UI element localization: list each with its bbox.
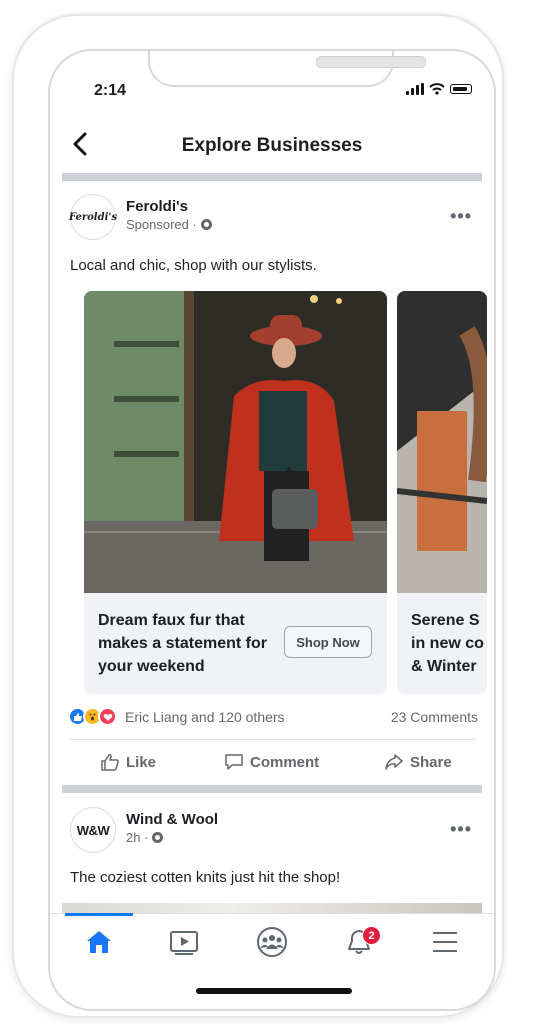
status-time: 2:14 [94, 82, 127, 99]
signal-icon [406, 83, 424, 95]
brand-name[interactable]: Wind & Wool [126, 811, 218, 828]
battery-icon [450, 84, 472, 94]
post-meta: Sponsored · [126, 217, 212, 232]
like-label: Like [126, 753, 157, 771]
share-button[interactable]: Share [384, 753, 452, 771]
reactions-text: Eric Liang and 120 others [125, 708, 285, 725]
tab-watch[interactable] [147, 922, 221, 962]
shop-now-button[interactable]: Shop Now [284, 626, 372, 658]
share-icon [385, 754, 403, 770]
post-actions: Like Comment Share [50, 749, 494, 779]
carousel-card[interactable]: Dream faux fur that makes a statement fo… [84, 291, 387, 694]
active-tab-indicator [65, 913, 133, 916]
comment-label: Comment [250, 753, 320, 771]
home-icon [87, 931, 111, 953]
wifi-icon [429, 83, 445, 95]
post-text: Local and chic, shop with our stylists. [70, 257, 317, 274]
love-reaction-icon [98, 707, 117, 726]
product-photo [397, 291, 487, 593]
like-button[interactable]: Like [100, 753, 156, 771]
post-text: The coziest cotten knits just hit the sh… [70, 869, 341, 886]
notch [148, 51, 426, 87]
avatar[interactable]: W&W [70, 807, 116, 853]
comments-count[interactable]: 23 Comments [391, 709, 478, 725]
post-meta: 2h · [126, 830, 164, 845]
post-time: 2h · [126, 830, 149, 845]
home-indicator[interactable] [196, 988, 352, 994]
product-photo [84, 291, 387, 593]
menu-icon [433, 932, 457, 952]
share-label: Share [410, 753, 452, 771]
status-icons [406, 83, 472, 95]
carousel-card[interactable]: Serene S in new co & Winter [397, 291, 487, 694]
comment-icon [225, 754, 243, 770]
video-icon [170, 931, 198, 955]
tab-menu[interactable] [408, 922, 482, 962]
card-title: Serene S in new co & Winter [411, 612, 484, 675]
brand-logo: Feroldi's [68, 211, 118, 223]
more-options-icon[interactable]: ••• [450, 819, 472, 840]
bottom-tab-bar: 2 [50, 913, 494, 1009]
card-title: Dream faux fur that makes a statement fo… [98, 612, 267, 675]
thumbs-up-icon [101, 754, 119, 771]
sponsored-label: Sponsored · [126, 217, 197, 232]
groups-icon [257, 927, 287, 957]
globe-icon [152, 832, 164, 843]
more-options-icon[interactable]: ••• [450, 206, 472, 227]
speaker [316, 56, 426, 68]
comment-button[interactable]: Comment [224, 753, 319, 771]
section-separator [62, 173, 482, 181]
tab-home[interactable] [62, 922, 136, 962]
divider [70, 739, 476, 740]
notification-badge: 2 [362, 926, 381, 945]
globe-icon [200, 219, 212, 230]
avatar[interactable]: Feroldi's [68, 194, 118, 240]
screen: 2:14 Explore Businesses Feroldi's Ferold… [48, 49, 496, 1011]
reactions-summary[interactable]: Eric Liang and 120 others [68, 707, 285, 726]
page-header: Explore Businesses [50, 123, 494, 171]
tab-notifications[interactable]: 2 [322, 922, 396, 962]
page-title: Explore Businesses [181, 135, 363, 156]
phone-frame: 2:14 Explore Businesses Feroldi's Ferold… [12, 14, 504, 1018]
post-header: Feroldi's Feroldi's Sponsored · ••• [68, 194, 480, 244]
section-separator [62, 785, 482, 793]
brand-logo: W&W [76, 822, 110, 838]
post-header: W&W Wind & Wool 2h · ••• [70, 807, 480, 857]
brand-name[interactable]: Feroldi's [126, 198, 188, 215]
tab-groups[interactable] [235, 922, 309, 962]
